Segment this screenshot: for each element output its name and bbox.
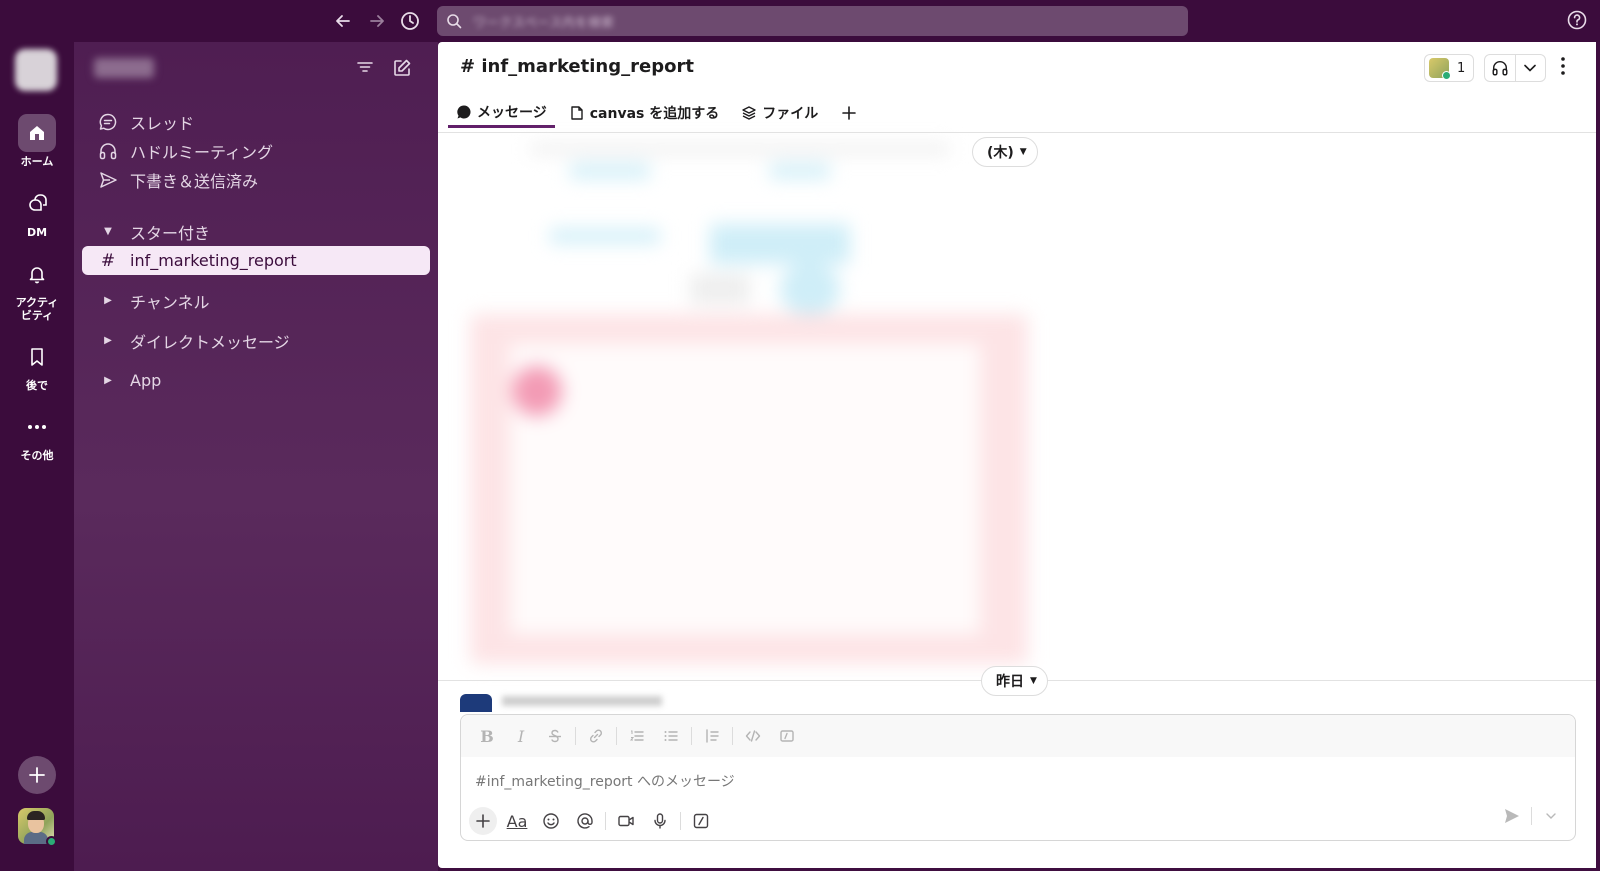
more-icon [18, 408, 56, 446]
section-channels[interactable]: ▶ チャンネル [82, 286, 430, 315]
rail-dm[interactable]: DM [0, 185, 74, 239]
rail-activity-label: アクティ ビティ [15, 296, 59, 322]
message-input[interactable]: #inf_marketing_report へのメッセージ [475, 771, 735, 791]
chevron-down-icon: ▼ [1030, 676, 1037, 686]
files-icon [741, 105, 757, 121]
chevron-down-icon[interactable] [1536, 812, 1566, 820]
blurred-message-content [470, 124, 1030, 669]
chevron-down-icon: ▼ [1019, 147, 1027, 157]
rail-home[interactable]: ホーム [0, 114, 74, 168]
code-block-icon[interactable] [773, 722, 801, 750]
bulleted-list-icon[interactable] [657, 722, 685, 750]
bookmark-icon [18, 338, 56, 376]
dm-icon [18, 185, 56, 223]
online-status-dot [46, 836, 57, 847]
home-icon [18, 114, 56, 152]
link-icon[interactable] [582, 722, 610, 750]
composer-actions: Aa [469, 807, 721, 835]
sidebar-item-huddles[interactable]: ハドルミーティング [82, 136, 430, 165]
sidebar-item-threads[interactable]: スレッド [82, 107, 430, 136]
channel-sidebar: スレッド ハドルミーティング 下書き＆送信済み ▼ スター付き # inf_ma… [74, 42, 438, 871]
microphone-icon[interactable] [646, 807, 674, 835]
kebab-menu-icon[interactable] [1560, 56, 1566, 76]
italic-icon[interactable]: I [507, 722, 535, 750]
search-bar[interactable]: ワークスペース内を検索 [437, 6, 1188, 36]
section-direct-messages[interactable]: ▶ ダイレクトメッセージ [82, 326, 430, 355]
channel-view: # inf_marketing_report 1 メッセージ canvas を追… [438, 42, 1596, 868]
caret-right-icon: ▶ [104, 295, 112, 306]
strikethrough-icon[interactable] [541, 722, 569, 750]
rail-more[interactable]: その他 [0, 408, 74, 462]
members-button[interactable]: 1 [1424, 54, 1474, 82]
mention-icon[interactable] [571, 807, 599, 835]
forward-arrow-icon[interactable] [364, 8, 390, 34]
message-composer[interactable]: B I #inf_marketing_report へのメッセージ Aa [460, 714, 1576, 841]
threads-icon [96, 112, 120, 132]
formatting-toolbar: B I [461, 715, 1575, 757]
search-icon [446, 13, 462, 29]
attach-plus-icon[interactable] [469, 807, 497, 835]
member-avatar [1429, 58, 1451, 80]
rail-activity[interactable]: アクティ ビティ [0, 255, 74, 322]
sidebar-item-channel[interactable]: # inf_marketing_report [82, 246, 430, 275]
message-icon [456, 104, 472, 120]
workspace-logo[interactable] [15, 49, 57, 91]
slash-command-icon[interactable] [687, 807, 715, 835]
plus-icon [842, 106, 857, 120]
search-placeholder: ワークスペース内を検索 [473, 16, 615, 31]
caret-right-icon: ▶ [104, 375, 112, 386]
emoji-icon[interactable] [537, 807, 565, 835]
date-divider-top[interactable]: (木) ▼ [972, 137, 1038, 167]
canvas-icon [569, 105, 585, 121]
code-icon[interactable] [739, 722, 767, 750]
message-avatar-partial [460, 694, 492, 712]
blockquote-icon[interactable] [698, 722, 726, 750]
user-avatar[interactable] [18, 808, 57, 847]
section-starred[interactable]: ▼ スター付き [82, 217, 430, 246]
huddle-button[interactable] [1484, 54, 1546, 82]
headphones-icon[interactable] [1485, 55, 1516, 81]
history-clock-icon[interactable] [397, 8, 423, 34]
workspace-name[interactable] [94, 58, 154, 78]
filter-icon[interactable] [356, 58, 374, 76]
sidebar-item-drafts[interactable]: 下書き＆送信済み [82, 165, 430, 194]
bold-icon[interactable]: B [473, 722, 501, 750]
compose-icon[interactable] [392, 58, 412, 78]
rail-later[interactable]: 後で [0, 338, 74, 392]
message-author-partial [502, 696, 662, 706]
send-controls [1497, 807, 1566, 825]
left-rail: ホーム DM アクティ ビティ 後で その他 [0, 42, 74, 871]
help-icon[interactable] [1567, 10, 1587, 30]
send-icon[interactable] [1497, 807, 1527, 825]
caret-right-icon: ▶ [104, 335, 112, 346]
headphones-icon [96, 141, 120, 161]
bell-icon [18, 255, 56, 293]
video-clip-icon[interactable] [612, 807, 640, 835]
top-bar: ワークスペース内を検索 [0, 0, 1600, 42]
caret-down-icon: ▼ [104, 226, 112, 237]
add-workspace-button[interactable] [18, 756, 56, 794]
back-arrow-icon[interactable] [330, 8, 356, 34]
section-apps[interactable]: ▶ App [82, 366, 430, 395]
formatting-toggle-icon[interactable]: Aa [503, 807, 531, 835]
date-divider-yesterday[interactable]: 昨日 ▼ [981, 666, 1048, 696]
ordered-list-icon[interactable] [623, 722, 651, 750]
send-icon [96, 170, 120, 190]
channel-hash-icon: # [100, 250, 116, 271]
channel-title[interactable]: # inf_marketing_report [460, 56, 694, 77]
plus-icon [29, 767, 45, 783]
chevron-down-icon[interactable] [1516, 64, 1545, 72]
